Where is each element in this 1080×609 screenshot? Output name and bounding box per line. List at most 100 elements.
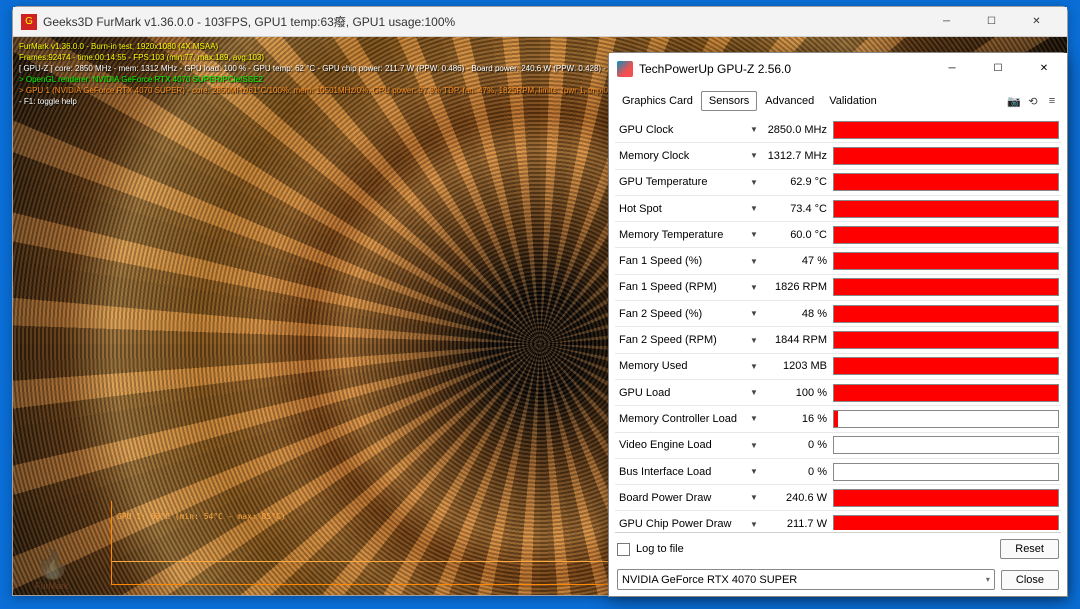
sensor-name: GPU Chip Power Draw	[615, 518, 747, 530]
minimize-button[interactable]: ─	[929, 53, 975, 84]
sensor-graph[interactable]	[833, 200, 1059, 218]
sensor-value[interactable]: 48 %	[761, 308, 833, 320]
sensor-name: Bus Interface Load	[615, 466, 747, 478]
sensor-list: GPU Clock▼2850.0 MHzMemory Clock▼1312.7 …	[615, 117, 1061, 530]
close-button[interactable]: Close	[1001, 570, 1059, 590]
sensor-dropdown[interactable]: ▼	[747, 283, 761, 292]
sensor-graph[interactable]	[833, 173, 1059, 191]
sensor-value[interactable]: 100 %	[761, 387, 833, 399]
furmark-titlebar[interactable]: G Geeks3D FurMark v1.36.0.0 - 103FPS, GP…	[13, 7, 1067, 37]
sensor-row: Memory Used▼1203 MB	[615, 354, 1061, 380]
gpuz-titlebar[interactable]: TechPowerUp GPU-Z 2.56.0 ─ ☐ ✕	[609, 53, 1067, 84]
tab-graphics-card[interactable]: Graphics Card	[615, 92, 700, 110]
refresh-icon[interactable]: ⟲	[1024, 92, 1042, 110]
sensor-dropdown[interactable]: ▼	[747, 230, 761, 239]
sensor-value[interactable]: 1826 RPM	[761, 281, 833, 293]
reset-button[interactable]: Reset	[1000, 539, 1059, 559]
sensor-graph[interactable]	[833, 226, 1059, 244]
chevron-down-icon: ▾	[986, 575, 990, 584]
sensor-value[interactable]: 1844 RPM	[761, 334, 833, 346]
sensor-dropdown[interactable]: ▼	[747, 257, 761, 266]
sensor-name: Board Power Draw	[615, 492, 747, 504]
sensor-value[interactable]: 0 %	[761, 466, 833, 478]
sensor-graph[interactable]	[833, 384, 1059, 402]
sensor-graph[interactable]	[833, 410, 1059, 428]
sensor-graph[interactable]	[833, 489, 1059, 507]
sensor-graph[interactable]	[833, 357, 1059, 375]
temp-graph-line	[112, 561, 611, 562]
tab-validation[interactable]: Validation	[822, 92, 884, 110]
maximize-button[interactable]: ☐	[969, 7, 1014, 36]
device-select[interactable]: NVIDIA GeForce RTX 4070 SUPER ▾	[617, 569, 995, 590]
menu-icon[interactable]: ≡	[1043, 92, 1061, 110]
device-select-value: NVIDIA GeForce RTX 4070 SUPER	[622, 574, 797, 586]
sensor-row: Fan 1 Speed (RPM)▼1826 RPM	[615, 275, 1061, 301]
sensor-graph[interactable]	[833, 278, 1059, 296]
sensor-row: Fan 2 Speed (%)▼48 %	[615, 301, 1061, 327]
sensor-value[interactable]: 240.6 W	[761, 492, 833, 504]
sensor-row: GPU Chip Power Draw▼211.7 W	[615, 511, 1061, 530]
sensor-dropdown[interactable]: ▼	[747, 309, 761, 318]
sensor-value[interactable]: 2850.0 MHz	[761, 124, 833, 136]
sensor-row: GPU Clock▼2850.0 MHz	[615, 117, 1061, 143]
sensor-graph[interactable]	[833, 147, 1059, 165]
sensor-name: Memory Clock	[615, 150, 747, 162]
sensor-name: GPU Temperature	[615, 176, 747, 188]
sensor-graph[interactable]	[833, 463, 1059, 481]
sensor-graph[interactable]	[833, 252, 1059, 270]
sensor-row: Video Engine Load▼0 %	[615, 433, 1061, 459]
sensor-dropdown[interactable]: ▼	[747, 388, 761, 397]
sensor-value[interactable]: 60.0 °C	[761, 229, 833, 241]
screenshot-icon[interactable]: 📷	[1005, 92, 1023, 110]
sensor-dropdown[interactable]: ▼	[747, 204, 761, 213]
close-button[interactable]: ✕	[1021, 53, 1067, 84]
furmark-app-icon: G	[21, 14, 37, 30]
close-button[interactable]: ✕	[1014, 7, 1059, 36]
sensor-value[interactable]: 1312.7 MHz	[761, 150, 833, 162]
sensor-value[interactable]: 16 %	[761, 413, 833, 425]
sensor-dropdown[interactable]: ▼	[747, 520, 761, 529]
sensor-dropdown[interactable]: ▼	[747, 336, 761, 345]
furmark-title: Geeks3D FurMark v1.36.0.0 - 103FPS, GPU1…	[43, 13, 924, 30]
sensor-graph[interactable]	[833, 305, 1059, 323]
log-to-file-checkbox[interactable]	[617, 543, 630, 556]
sensor-dropdown[interactable]: ▼	[747, 414, 761, 423]
overlay-line: FurMark v1.36.0.0 - Burn-in test, 1920x1…	[19, 41, 686, 52]
furmark-overlay: FurMark v1.36.0.0 - Burn-in test, 1920x1…	[19, 41, 686, 107]
sensor-name: GPU Load	[615, 387, 747, 399]
sensor-value[interactable]: 47 %	[761, 255, 833, 267]
gpuz-tabs: Graphics Card Sensors Advanced Validatio…	[615, 91, 1061, 111]
sensor-row: GPU Temperature▼62.9 °C	[615, 170, 1061, 196]
sensor-name: GPU Clock	[615, 124, 747, 136]
sensor-name: Video Engine Load	[615, 439, 747, 451]
overlay-line: - F1: toggle help	[19, 96, 686, 107]
sensor-dropdown[interactable]: ▼	[747, 151, 761, 160]
sensor-row: Hot Spot▼73.4 °C	[615, 196, 1061, 222]
log-to-file-label: Log to file	[636, 543, 994, 555]
sensor-dropdown[interactable]: ▼	[747, 493, 761, 502]
sensor-graph[interactable]	[833, 121, 1059, 139]
sensor-graph[interactable]	[833, 515, 1059, 530]
overlay-line: > OpenGL renderer: NVIDIA GeForce RTX 40…	[19, 74, 686, 85]
sensor-value[interactable]: 73.4 °C	[761, 203, 833, 215]
overlay-line: > GPU 1 (NVIDIA GeForce RTX 4070 SUPER) …	[19, 85, 686, 96]
sensor-row: Bus Interface Load▼0 %	[615, 459, 1061, 485]
sensor-graph[interactable]	[833, 331, 1059, 349]
sensor-dropdown[interactable]: ▼	[747, 467, 761, 476]
sensor-dropdown[interactable]: ▼	[747, 178, 761, 187]
sensor-value[interactable]: 62.9 °C	[761, 176, 833, 188]
sensor-row: Memory Clock▼1312.7 MHz	[615, 143, 1061, 169]
sensor-dropdown[interactable]: ▼	[747, 125, 761, 134]
sensor-value[interactable]: 0 %	[761, 439, 833, 451]
minimize-button[interactable]: ─	[924, 7, 969, 36]
tab-advanced[interactable]: Advanced	[758, 92, 821, 110]
sensor-dropdown[interactable]: ▼	[747, 362, 761, 371]
sensor-graph[interactable]	[833, 436, 1059, 454]
sensor-dropdown[interactable]: ▼	[747, 441, 761, 450]
sensor-value[interactable]: 1203 MB	[761, 360, 833, 372]
tab-sensors[interactable]: Sensors	[701, 91, 757, 111]
gpuz-window: TechPowerUp GPU-Z 2.56.0 ─ ☐ ✕ Graphics …	[608, 52, 1068, 597]
sensor-name: Fan 2 Speed (%)	[615, 308, 747, 320]
maximize-button[interactable]: ☐	[975, 53, 1021, 84]
sensor-value[interactable]: 211.7 W	[761, 518, 833, 530]
